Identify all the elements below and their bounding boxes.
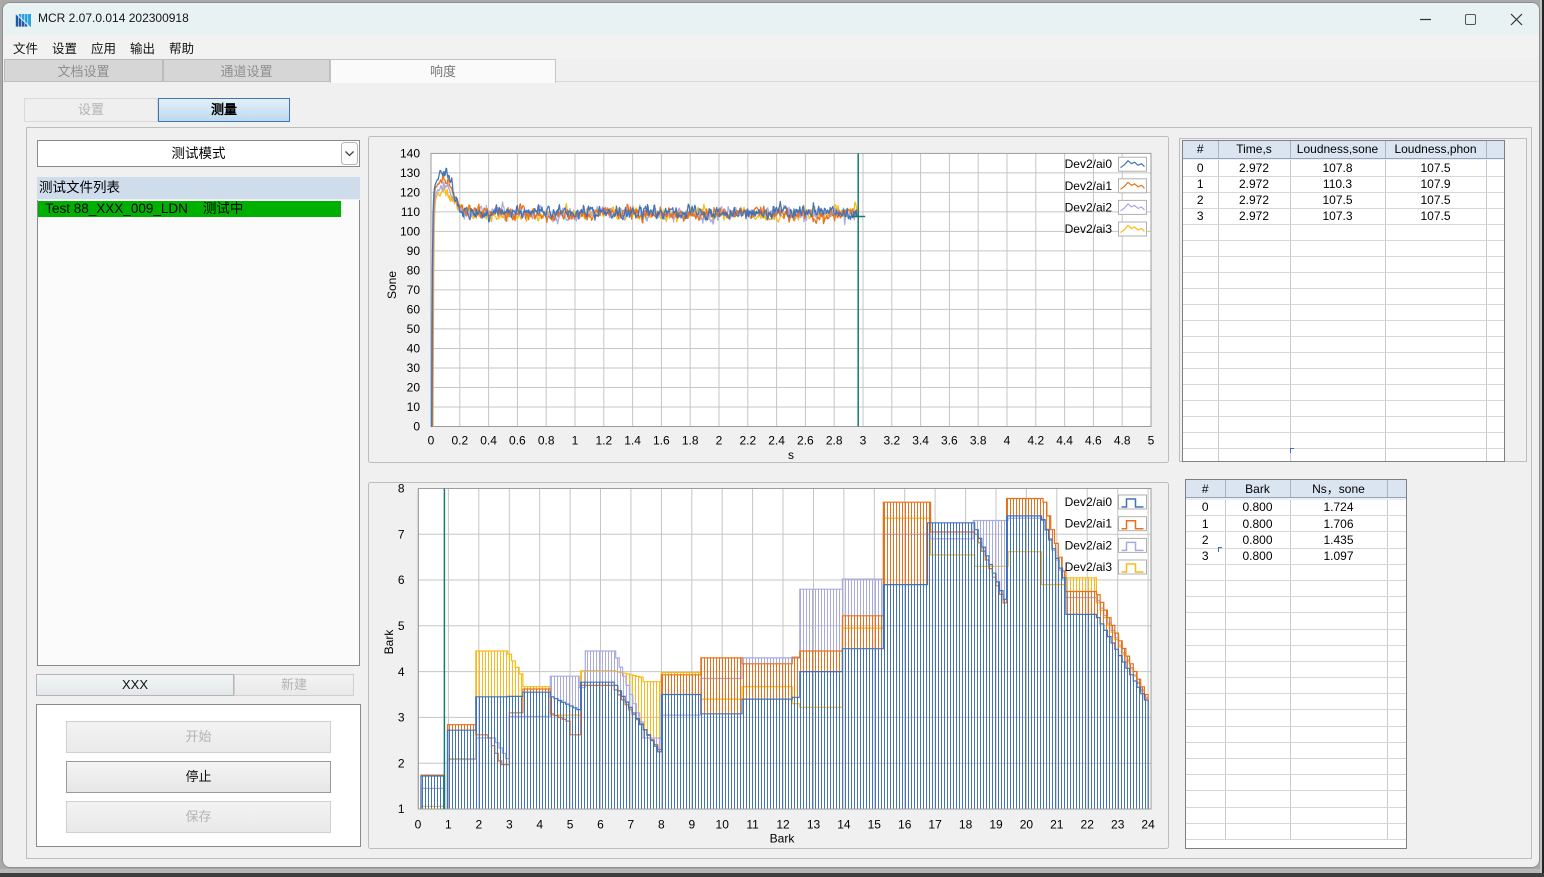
svg-text:1.2: 1.2 — [595, 434, 612, 448]
svg-text:110: 110 — [401, 205, 420, 219]
svg-text:130: 130 — [400, 166, 420, 180]
svg-text:0: 0 — [413, 420, 420, 434]
svg-text:16: 16 — [898, 817, 912, 831]
svg-text:80: 80 — [407, 264, 421, 278]
svg-text:2: 2 — [716, 434, 723, 448]
svg-text:19: 19 — [989, 817, 1003, 831]
svg-text:5: 5 — [1148, 434, 1155, 448]
svg-text:6: 6 — [398, 573, 405, 587]
svg-text:140: 140 — [400, 147, 420, 161]
svg-text:21: 21 — [1050, 817, 1064, 831]
svg-text:0.2: 0.2 — [451, 434, 468, 448]
svg-text:1: 1 — [398, 802, 405, 816]
svg-text:0: 0 — [428, 434, 435, 448]
svg-text:Dev2/ai1: Dev2/ai1 — [1065, 517, 1113, 531]
svg-text:3: 3 — [506, 817, 513, 831]
svg-text:Bark: Bark — [770, 832, 796, 846]
svg-text:0.8: 0.8 — [538, 434, 555, 448]
svg-text:6: 6 — [597, 817, 604, 831]
svg-text:17: 17 — [928, 817, 942, 831]
svg-text:1: 1 — [572, 434, 579, 448]
svg-text:8: 8 — [658, 817, 665, 831]
svg-text:Dev2/ai0: Dev2/ai0 — [1065, 495, 1113, 509]
svg-text:2.8: 2.8 — [826, 434, 843, 448]
svg-text:4: 4 — [536, 817, 543, 831]
svg-text:Dev2/ai1: Dev2/ai1 — [1065, 179, 1113, 193]
svg-text:0: 0 — [415, 817, 422, 831]
svg-text:3: 3 — [398, 711, 405, 725]
svg-text:23: 23 — [1111, 817, 1125, 831]
svg-text:2.4: 2.4 — [768, 434, 785, 448]
svg-text:Bark: Bark — [382, 629, 396, 655]
svg-text:40: 40 — [407, 342, 421, 356]
svg-text:3: 3 — [860, 434, 867, 448]
svg-text:1.6: 1.6 — [653, 434, 670, 448]
svg-text:2.2: 2.2 — [739, 434, 756, 448]
svg-text:Dev2/ai2: Dev2/ai2 — [1065, 538, 1113, 552]
svg-text:7: 7 — [628, 817, 635, 831]
svg-text:24: 24 — [1141, 817, 1155, 831]
svg-text:60: 60 — [407, 303, 421, 317]
svg-text:120: 120 — [400, 186, 420, 200]
svg-text:3.6: 3.6 — [941, 434, 958, 448]
svg-text:18: 18 — [959, 817, 973, 831]
svg-text:0.4: 0.4 — [480, 434, 497, 448]
svg-text:4.6: 4.6 — [1085, 434, 1102, 448]
svg-text:4.8: 4.8 — [1114, 434, 1131, 448]
svg-text:Dev2/ai2: Dev2/ai2 — [1065, 200, 1113, 214]
svg-text:s: s — [788, 448, 794, 462]
svg-text:2: 2 — [398, 756, 405, 770]
svg-text:4: 4 — [1004, 434, 1011, 448]
svg-text:Dev2/ai3: Dev2/ai3 — [1065, 560, 1113, 574]
svg-text:4.4: 4.4 — [1056, 434, 1073, 448]
svg-text:20: 20 — [407, 381, 421, 395]
svg-text:Dev2/ai3: Dev2/ai3 — [1065, 222, 1113, 236]
svg-text:0.6: 0.6 — [509, 434, 526, 448]
svg-text:1.4: 1.4 — [624, 434, 641, 448]
svg-text:8: 8 — [398, 482, 405, 496]
svg-text:3.4: 3.4 — [912, 434, 929, 448]
svg-text:13: 13 — [807, 817, 821, 831]
svg-text:Dev2/ai0: Dev2/ai0 — [1065, 157, 1113, 171]
svg-text:5: 5 — [398, 619, 405, 633]
svg-text:22: 22 — [1081, 817, 1095, 831]
svg-text:2: 2 — [475, 817, 482, 831]
svg-text:10: 10 — [407, 400, 421, 414]
svg-text:11: 11 — [746, 817, 759, 831]
svg-text:1: 1 — [445, 817, 452, 831]
svg-text:3.2: 3.2 — [883, 434, 900, 448]
svg-text:10: 10 — [716, 817, 730, 831]
svg-text:50: 50 — [407, 322, 421, 336]
svg-text:90: 90 — [407, 244, 421, 258]
svg-text:4: 4 — [398, 665, 405, 679]
svg-text:15: 15 — [868, 817, 882, 831]
svg-text:70: 70 — [407, 283, 421, 297]
svg-text:9: 9 — [688, 817, 695, 831]
svg-text:Sone: Sone — [385, 271, 399, 299]
svg-text:7: 7 — [398, 528, 405, 542]
svg-text:2.6: 2.6 — [797, 434, 814, 448]
svg-text:100: 100 — [400, 225, 420, 239]
svg-text:20: 20 — [1020, 817, 1034, 831]
svg-text:4.2: 4.2 — [1027, 434, 1044, 448]
svg-text:5: 5 — [567, 817, 574, 831]
svg-text:14: 14 — [837, 817, 851, 831]
svg-text:12: 12 — [776, 817, 790, 831]
svg-text:1.8: 1.8 — [682, 434, 699, 448]
svg-text:30: 30 — [407, 361, 421, 375]
svg-text:3.8: 3.8 — [970, 434, 987, 448]
